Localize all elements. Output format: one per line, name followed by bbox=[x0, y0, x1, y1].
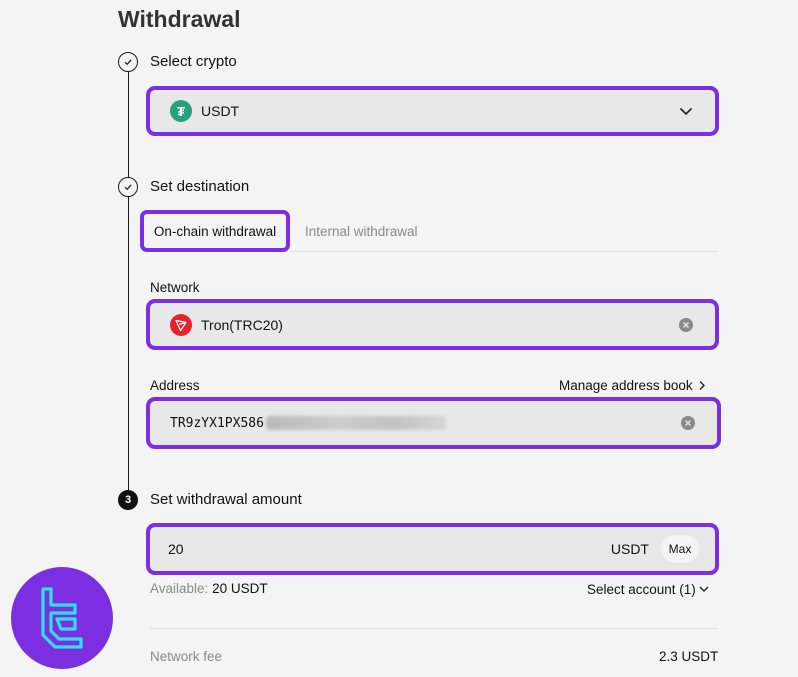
address-label: Address bbox=[150, 378, 200, 393]
clear-icon[interactable] bbox=[679, 317, 693, 332]
network-select-value: Tron(TRC20) bbox=[201, 316, 283, 333]
page-title: Withdrawal bbox=[118, 6, 241, 32]
network-fee-value: 2.3 USDT bbox=[659, 649, 719, 664]
step-set-amount-label: Set withdrawal amount bbox=[150, 491, 302, 508]
logo-icon bbox=[11, 567, 113, 669]
chevron-down-icon bbox=[679, 107, 693, 115]
tab-internal-withdrawal[interactable]: Internal withdrawal bbox=[305, 224, 418, 239]
select-account-dropdown[interactable]: Select account (1) bbox=[587, 582, 709, 597]
max-button[interactable]: Max bbox=[661, 535, 699, 563]
crypto-select-value: USDT bbox=[201, 103, 240, 119]
tabs-divider bbox=[290, 251, 718, 252]
crypto-select[interactable]: ₮ USDT bbox=[146, 86, 719, 136]
step-done-icon bbox=[118, 52, 138, 72]
manage-address-book-label: Manage address book bbox=[559, 378, 693, 393]
chevron-down-icon bbox=[699, 586, 709, 592]
network-fee-label: Network fee bbox=[150, 649, 223, 664]
amount-input-value: 20 bbox=[168, 541, 184, 557]
step-connector-line bbox=[128, 72, 129, 490]
chevron-right-icon bbox=[699, 381, 705, 390]
usdt-icon: ₮ bbox=[170, 100, 192, 122]
check-icon bbox=[124, 184, 132, 191]
tron-icon bbox=[170, 313, 192, 336]
check-icon bbox=[124, 59, 132, 66]
amount-unit: USDT bbox=[610, 541, 649, 557]
network-label: Network bbox=[150, 280, 200, 295]
available-value: 20 USDT bbox=[212, 581, 268, 596]
select-account-label: Select account (1) bbox=[587, 582, 696, 597]
step-select-crypto-label: Select crypto bbox=[150, 53, 237, 70]
address-blur-mask bbox=[265, 416, 446, 430]
address-input[interactable]: TR9zYX1PX586 bbox=[146, 397, 721, 449]
step-set-destination-label: Set destination bbox=[150, 178, 250, 195]
network-select[interactable]: Tron(TRC20) bbox=[146, 299, 719, 350]
manage-address-book-link[interactable]: Manage address book bbox=[559, 378, 706, 393]
fee-divider bbox=[150, 628, 718, 629]
clear-icon[interactable] bbox=[681, 416, 695, 430]
tab-onchain-withdrawal[interactable]: On-chain withdrawal bbox=[140, 210, 290, 252]
step-done-icon bbox=[118, 177, 138, 197]
step-number-badge: 3 bbox=[118, 490, 138, 510]
address-input-value: TR9zYX1PX586 bbox=[170, 415, 264, 431]
available-label: Available: bbox=[150, 581, 209, 596]
amount-input[interactable]: 20 USDT Max bbox=[146, 523, 719, 575]
available-balance: Available: 20 USDT bbox=[150, 581, 268, 596]
